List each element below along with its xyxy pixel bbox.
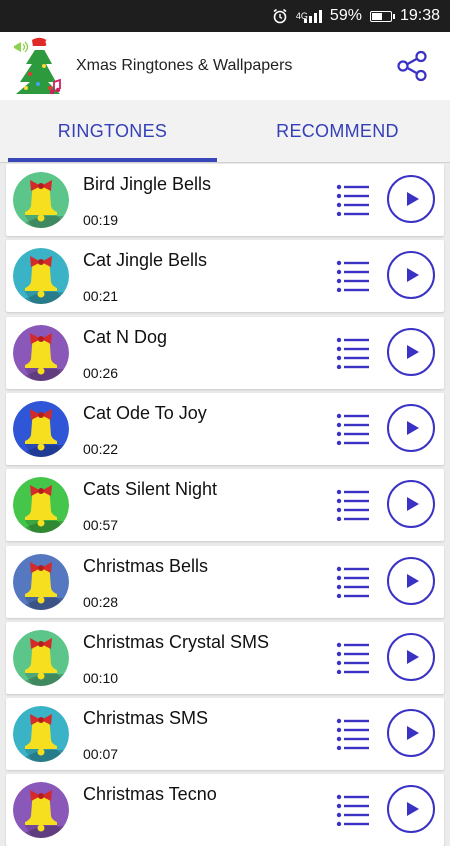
alarm-icon: [272, 8, 288, 24]
ringtone-row[interactable]: Cat Jingle Bells 00:21: [6, 240, 444, 313]
list-menu-icon: [336, 718, 369, 751]
share-button[interactable]: [390, 44, 434, 88]
ringtone-title: Cat Ode To Joy: [83, 402, 207, 423]
ringtone-row[interactable]: Christmas SMS 00:07: [6, 698, 444, 771]
play-button[interactable]: [387, 709, 435, 758]
ringtone-title: Cat N Dog: [83, 326, 168, 347]
bell-avatar: [13, 248, 69, 305]
ringtone-duration: 00:19: [83, 212, 119, 228]
options-button[interactable]: [336, 337, 370, 369]
ringtone-row[interactable]: Christmas Crystal SMS 00:10: [6, 621, 444, 694]
bell-avatar: [13, 400, 69, 457]
options-button[interactable]: [336, 794, 370, 827]
battery-icon: [369, 10, 395, 22]
ringtone-title: Christmas Bells: [83, 555, 209, 576]
play-button[interactable]: [387, 403, 435, 452]
options-button[interactable]: [336, 718, 370, 751]
options-button[interactable]: [336, 489, 370, 522]
list-menu-icon: [336, 566, 369, 598]
ringtone-row[interactable]: Cat N Dog 00:26: [6, 316, 444, 389]
ringtone-title: Christmas Crystal SMS: [83, 631, 270, 652]
clock: 19:38: [399, 7, 440, 24]
list-menu-icon: [336, 184, 369, 217]
ringtone-duration: 00:28: [83, 593, 119, 610]
bell-avatar: [13, 629, 69, 686]
options-button[interactable]: [336, 566, 370, 598]
bell-avatar: [13, 172, 69, 228]
play-button[interactable]: [387, 632, 435, 681]
bell-avatar: [13, 553, 69, 610]
options-button[interactable]: [336, 642, 370, 674]
ringtone-title: Christmas SMS: [83, 708, 209, 729]
play-icon: [407, 573, 419, 588]
list-menu-icon: [336, 642, 369, 674]
ringtone-duration: 00:26: [83, 364, 119, 381]
list-menu-icon: [336, 489, 369, 522]
play-icon: [407, 726, 419, 741]
app-title: Xmas Ringtones & Wallpapers: [76, 57, 293, 74]
play-button[interactable]: [387, 785, 435, 834]
play-icon: [407, 192, 419, 206]
ringtone-row[interactable]: Cat Ode To Joy 00:22: [6, 392, 444, 465]
play-icon: [407, 802, 419, 817]
ringtone-row[interactable]: Bird Jingle Bells 00:19: [6, 164, 444, 236]
list-menu-icon: [336, 413, 369, 446]
ringtone-row[interactable]: Christmas Bells 00:28: [6, 545, 444, 618]
bell-avatar: [13, 477, 69, 534]
list-menu-icon: [336, 337, 369, 369]
play-icon: [407, 420, 419, 435]
ringtone-duration: 00:57: [83, 517, 119, 534]
ringtone-title: Cats Silent Night: [83, 479, 218, 500]
ringtone-row[interactable]: Christmas Tecno: [6, 774, 444, 846]
status-bar: 4G 59% 19:38: [0, 0, 450, 32]
list-menu-icon: [336, 795, 369, 827]
play-icon: [407, 649, 419, 664]
share-icon: [397, 50, 427, 82]
ringtone-row[interactable]: Cats Silent Night 00:57: [6, 469, 444, 542]
bell-avatar: [13, 324, 69, 381]
tab-recommend[interactable]: RECOMMEND: [225, 100, 450, 162]
ringtone-title: Bird Jingle Bells: [83, 174, 212, 194]
options-button[interactable]: [336, 184, 370, 217]
list-menu-icon: [336, 261, 369, 293]
bell-avatar: [13, 706, 69, 763]
options-button[interactable]: [336, 260, 370, 293]
play-button[interactable]: [387, 175, 435, 223]
tab-ringtones[interactable]: RINGTONES: [0, 100, 225, 162]
play-button[interactable]: [387, 556, 435, 605]
play-icon: [407, 497, 419, 512]
play-icon: [407, 268, 419, 283]
ringtone-duration: 00:10: [83, 669, 119, 686]
bell-avatar: [13, 782, 69, 839]
tab-bar: RINGTONES RECOMMEND: [0, 100, 450, 163]
play-button[interactable]: [387, 327, 435, 376]
ringtone-duration: 00:22: [83, 440, 119, 457]
ringtone-title: Christmas Tecno: [83, 784, 217, 805]
christmas-tree-logo: [8, 36, 68, 96]
app-bar: Xmas Ringtones & Wallpapers: [0, 32, 450, 100]
battery-percentage: 59%: [329, 7, 362, 24]
play-icon: [407, 344, 419, 359]
play-button[interactable]: [387, 251, 435, 300]
signal-icon: 4G: [296, 9, 322, 23]
ringtone-duration: 00:07: [83, 746, 119, 763]
play-button[interactable]: [387, 480, 435, 529]
ringtone-title: Cat Jingle Bells: [83, 250, 208, 271]
ringtone-duration: 00:21: [83, 288, 119, 305]
options-button[interactable]: [336, 413, 370, 446]
